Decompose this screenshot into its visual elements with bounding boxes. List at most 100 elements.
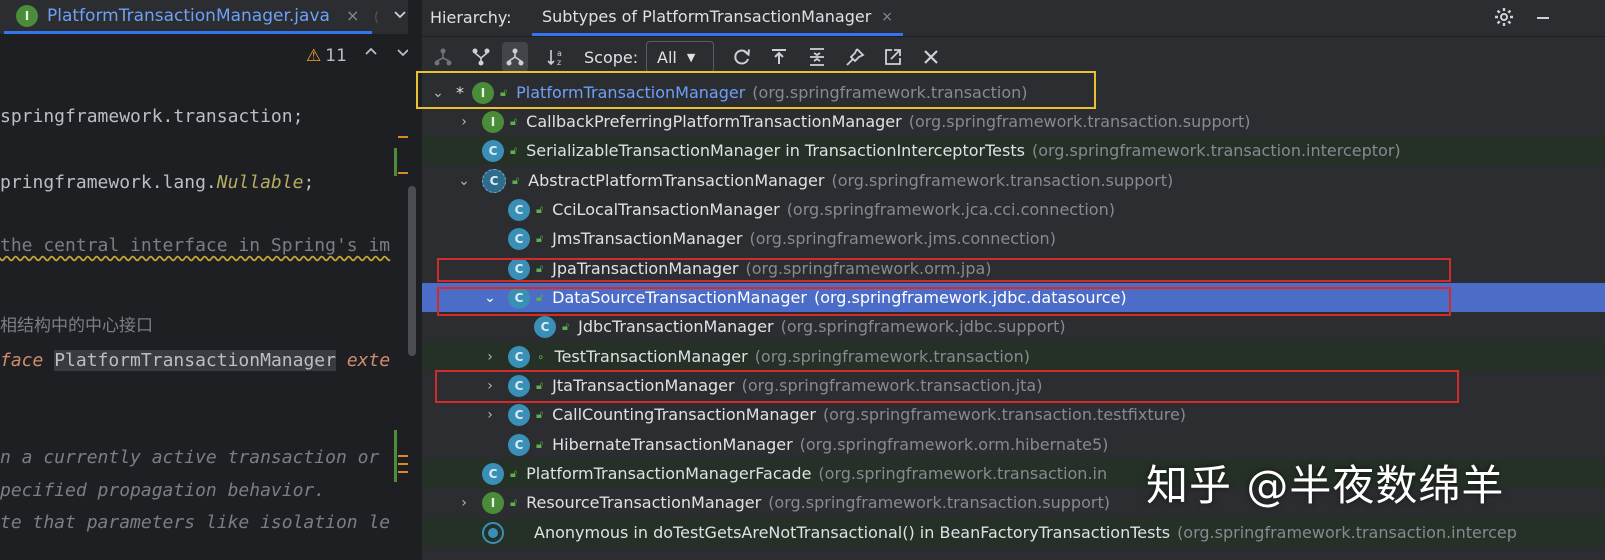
class-icon: C [508, 227, 530, 250]
code-line-comment: te that parameters like isolation le [0, 512, 391, 533]
vcs-change-marker [394, 430, 397, 482]
lock-icon: 🔓︎ [510, 114, 518, 128]
class-icon: C [534, 315, 556, 338]
tree-row-name: CciLocalTransactionManager [552, 200, 780, 219]
scope-select[interactable]: All ▼ [646, 41, 714, 73]
tree-row-cci-local[interactable]: C 🔓︎ CciLocalTransactionManager (org.spr… [422, 195, 1605, 224]
tree-row-name: JpaTransactionManager [552, 259, 739, 278]
next-tab-fragment[interactable]: ( [374, 0, 394, 34]
code-line-javadoc: the central interface in Spring's im [0, 235, 391, 256]
export-to-text-icon[interactable] [766, 42, 792, 72]
tree-row-jdbc[interactable]: C 🔓︎ JdbcTransactionManager (org.springf… [422, 312, 1605, 341]
code-keyword: exte [346, 350, 391, 371]
hierarchy-toolbar: az Scope: All ▼ [422, 40, 1605, 76]
expand-all-icon[interactable] [804, 42, 830, 72]
warning-icon: ⚠ [306, 46, 322, 66]
class-icon: C [508, 345, 530, 368]
code-editor[interactable]: I PlatformTransactionManager.java × ( ⚠ … [0, 0, 428, 560]
tree-row-callback-preferring[interactable]: › I 🔓︎ CallbackPreferringPlatformTransac… [422, 107, 1605, 136]
minimize-icon[interactable] [1534, 1, 1552, 41]
class-icon: C [508, 257, 530, 280]
tree-row-datasource[interactable]: ⌄ C 🔓︎ DataSourceTransactionManager (org… [422, 283, 1605, 312]
tree-row-package: (org.springframework.transaction.jta) [741, 376, 1043, 395]
hierarchy-tab-label: Subtypes of PlatformTransactionManager [542, 7, 872, 26]
chevron-right-icon[interactable]: › [482, 349, 498, 365]
tree-row-package: (org.springframework.transaction.support… [908, 112, 1251, 131]
tree-row-name: AbstractPlatformTransactionManager [528, 171, 825, 190]
tree-row-test-transaction-manager[interactable]: › C ∘ TestTransactionManager (org.spring… [422, 342, 1605, 371]
tree-row-name: CallCountingTransactionManager [552, 405, 816, 424]
lock-icon: 🔓︎ [536, 407, 544, 421]
class-icon: C [508, 286, 530, 309]
close-tab-icon[interactable]: × [346, 6, 359, 25]
tree-row-package: (org.springframework.jdbc.support) [780, 317, 1066, 336]
code-line-chinese-comment: 相结构中的中心接口 [0, 316, 153, 336]
interface-icon: I [482, 110, 504, 133]
chevron-down-icon[interactable]: ⌄ [430, 85, 446, 101]
chevron-down-icon[interactable]: ⌄ [482, 290, 498, 306]
code-line-interface-declaration: face PlatformTransactionManager exte [0, 350, 390, 371]
close-tab-icon[interactable]: × [881, 9, 893, 25]
inspection-widget[interactable]: ⚠ 11 [306, 46, 347, 66]
tree-row-package: (org.springframework.orm.jpa) [745, 259, 992, 278]
editor-tab-label: PlatformTransactionManager.java [47, 5, 330, 26]
tree-row-serializable[interactable]: C 🔓︎ SerializableTransactionManager in T… [422, 136, 1605, 165]
star-marker: * [456, 83, 464, 102]
editor-tab-bar: I PlatformTransactionManager.java × ( [0, 0, 428, 35]
hierarchy-header: Hierarchy: Subtypes of PlatformTransacti… [422, 0, 1605, 37]
lock-icon: 🔓︎ [536, 231, 544, 245]
tree-row-anonymous[interactable]: Anonymous in doTestGetsAreNotTransaction… [422, 518, 1605, 547]
hierarchy-title: Hierarchy: [430, 8, 512, 27]
class-icon: C [508, 403, 530, 426]
tree-row-name: JdbcTransactionManager [578, 317, 774, 336]
class-icon: C [508, 198, 530, 221]
vcs-change-marker [394, 148, 397, 176]
lock-icon: 🔓︎ [510, 495, 518, 509]
tree-row-platform-transaction-manager[interactable]: ⌄ * I 🔓︎ PlatformTransactionManager (org… [422, 78, 1605, 107]
tree-row-package: (org.springframework.jms.connection) [749, 229, 1056, 248]
tree-row-name: HibernateTransactionManager [552, 435, 793, 454]
code-type-name: PlatformTransactionManager [54, 350, 336, 371]
tree-row-name: TestTransactionManager [554, 347, 748, 366]
chevron-right-icon[interactable]: › [482, 378, 498, 394]
sort-alphabetically-icon[interactable]: az [544, 42, 570, 72]
tree-row-jpa[interactable]: C 🔓︎ JpaTransactionManager (org.springfr… [422, 254, 1605, 283]
close-icon[interactable] [918, 42, 944, 72]
tree-row-package: (org.springframework.transaction.interce… [1031, 141, 1401, 160]
tree-row-jms[interactable]: C 🔓︎ JmsTransactionManager (org.springfr… [422, 224, 1605, 253]
tree-row-call-counting[interactable]: › C 🔓︎ CallCountingTransactionManager (o… [422, 400, 1605, 429]
tab-subtypes[interactable]: Subtypes of PlatformTransactionManager × [532, 0, 903, 36]
pin-icon[interactable] [842, 42, 868, 72]
chevron-down-icon[interactable]: ⌄ [456, 173, 472, 189]
scope-label: Scope: [584, 48, 639, 67]
tree-row-name: PlatformTransactionManager [516, 83, 746, 102]
code-annotation: Nullable [216, 172, 304, 193]
chevron-right-icon[interactable]: › [482, 407, 498, 423]
chevron-right-icon[interactable]: › [456, 495, 472, 511]
chevron-down-icon[interactable] [392, 6, 408, 26]
previous-highlight-icon[interactable] [364, 44, 378, 63]
tree-row-abstract-platform[interactable]: ⌄ C 🔓︎ AbstractPlatformTransactionManage… [422, 166, 1605, 195]
lock-icon: 🔓︎ [536, 261, 544, 275]
editor-tab-platform-transaction-manager[interactable]: I PlatformTransactionManager.java × [4, 0, 372, 34]
tree-row-name: CallbackPreferringPlatformTransactionMan… [526, 112, 902, 131]
subtypes-hierarchy-icon[interactable] [502, 42, 528, 72]
supertypes-hierarchy-icon[interactable] [430, 42, 456, 72]
type-hierarchy-icon[interactable] [468, 42, 494, 72]
lock-icon: 🔓︎ [510, 143, 518, 157]
tree-row-package: (org.springframework.transaction.in [818, 464, 1108, 483]
lock-icon: 🔓︎ [510, 466, 518, 480]
chevron-right-icon[interactable]: › [456, 114, 472, 130]
editor-scroll-thumb[interactable] [408, 186, 416, 356]
warning-count: 11 [325, 46, 347, 66]
open-in-editor-icon[interactable] [880, 42, 906, 72]
interface-icon: I [482, 491, 504, 514]
gear-icon[interactable] [1494, 7, 1514, 32]
class-icon: C [482, 462, 504, 485]
tree-row-jta[interactable]: › C 🔓︎ JtaTransactionManager (org.spring… [422, 371, 1605, 400]
refresh-icon[interactable] [729, 42, 755, 72]
lock-icon: 🔓︎ [536, 437, 544, 451]
interface-icon: I [472, 81, 494, 104]
tree-row-package: (org.springframework.transaction) [754, 347, 1030, 366]
code-line-comment: n a currently active transaction or [0, 447, 380, 468]
